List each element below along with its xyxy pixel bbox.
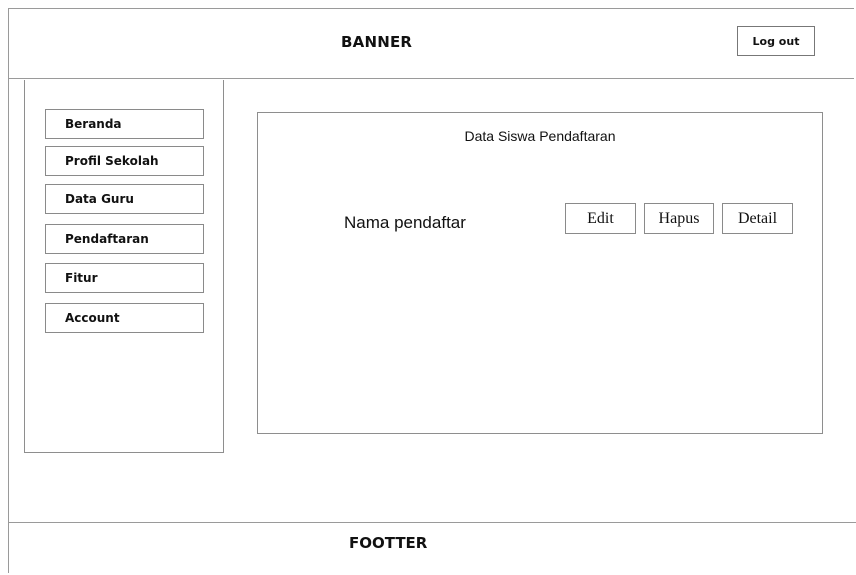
sidebar-item-beranda[interactable]: Beranda [45,109,204,139]
edit-button[interactable]: Edit [565,203,636,234]
delete-button[interactable]: Hapus [644,203,714,234]
header-banner: BANNER Log out [9,9,854,79]
main-panel: Data Siswa Pendaftaran Nama pendaftar Ed… [257,112,823,434]
sidebar-item-account[interactable]: Account [45,303,204,333]
sidebar-item-data-guru[interactable]: Data Guru [45,184,204,214]
footer-divider [9,522,856,523]
sidebar: Beranda Profil Sekolah Data Guru Pendaft… [24,80,224,453]
sidebar-item-pendaftaran[interactable]: Pendaftaran [45,224,204,254]
sidebar-item-profil-sekolah[interactable]: Profil Sekolah [45,146,204,176]
footer-text: FOOTTER [349,534,428,552]
panel-title: Data Siswa Pendaftaran [464,128,616,144]
detail-button[interactable]: Detail [722,203,793,234]
sidebar-item-fitur[interactable]: Fitur [45,263,204,293]
banner-title: BANNER [341,33,413,51]
logout-button[interactable]: Log out [737,26,815,56]
registrant-name: Nama pendaftar [344,213,466,232]
